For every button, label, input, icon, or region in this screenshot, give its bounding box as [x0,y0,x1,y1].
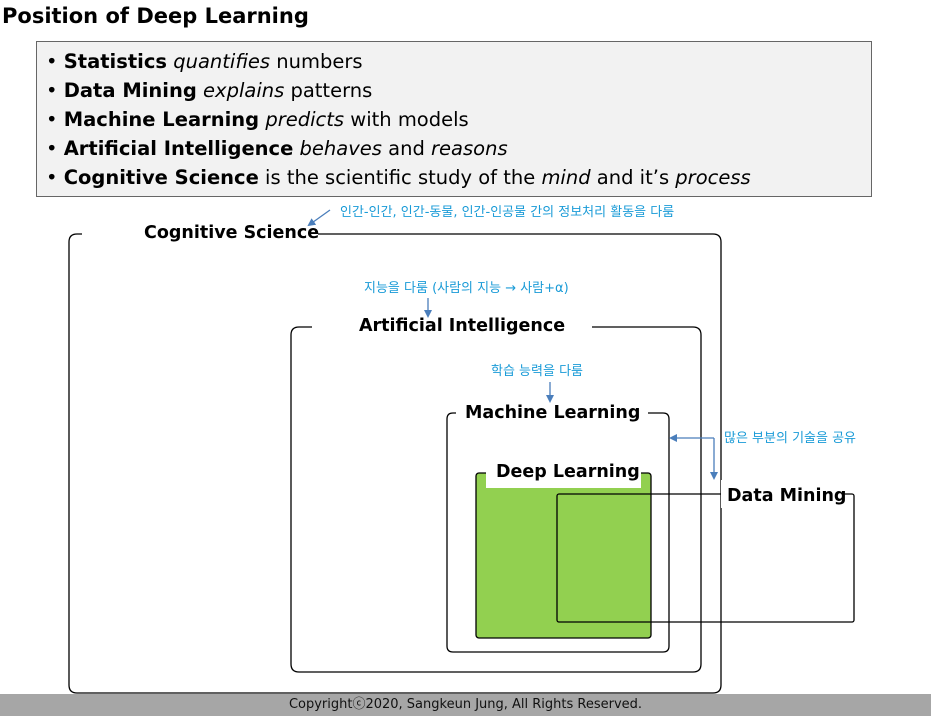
cognitive-science-note: 인간-인간, 인간-동물, 인간-인공물 간의 정보처리 활동을 다룸 [340,205,674,220]
cognitive-science-label: Cognitive Science [144,223,319,243]
cognitive-science-note-arrow [307,209,331,227]
data-mining-label: Data Mining [727,486,846,506]
copyright-footer: Copyrightⓒ2020, Sangkeun Jung, All Right… [0,694,931,716]
deep-learning-label: Deep Learning [496,462,640,482]
data-mining-note: 많은 부분의 기술을 공유 [724,431,856,446]
artificial-intelligence-label: Artificial Intelligence [359,316,565,336]
artificial-intelligence-note: 지능을 다룸 (사람의 지능 → 사람+α) [364,281,569,296]
machine-learning-label: Machine Learning [465,403,640,423]
machine-learning-note: 학습 능력을 다룸 [491,364,583,379]
nested-fields-diagram: Cognitive Science Artificial Intelligenc… [68,205,856,694]
deep-learning-box [475,472,652,639]
